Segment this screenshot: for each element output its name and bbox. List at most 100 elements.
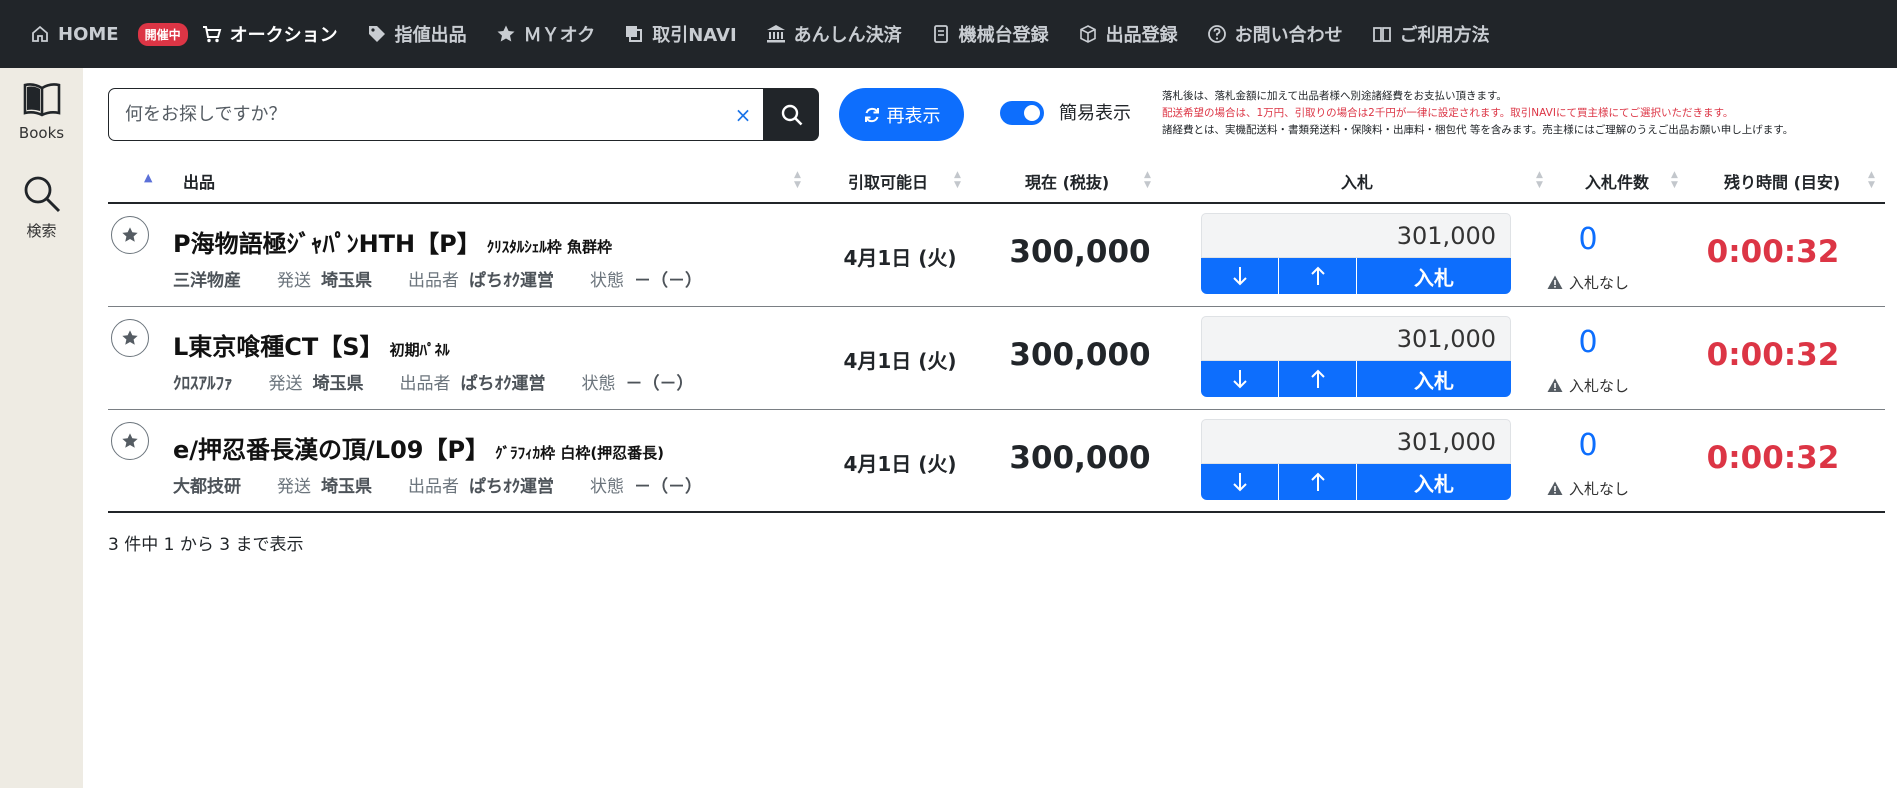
item-meta: 大都技研 発送 埼玉県 出品者 ぱちｵｸ運営 状態 －（－） — [173, 472, 702, 497]
nav-machine-registration[interactable]: 機械台登録 — [931, 21, 1049, 47]
increase-bid-button[interactable] — [1279, 361, 1357, 397]
condition-value: －（－） — [625, 374, 694, 394]
current-price: 300,000 — [1009, 234, 1151, 270]
sort-icon[interactable]: ▲ ▼ — [1536, 170, 1543, 190]
column-header-item[interactable]: 出品 — [183, 158, 215, 204]
bid-amount-input[interactable] — [1201, 316, 1511, 361]
nav-auction-label: オークション — [229, 25, 338, 46]
increase-bid-button[interactable] — [1279, 464, 1357, 500]
seller-value: ぱちｵｸ運営 — [469, 271, 554, 291]
item-title-text: L東京喰種CT【S】 — [173, 333, 384, 361]
favorite-button[interactable] — [111, 319, 149, 357]
sort-icon[interactable]: ▲ ▼ — [1671, 170, 1678, 190]
item-title[interactable]: P海物語極ｼﾞｬﾊﾟﾝHTH【P】 ｸﾘｽﾀﾙｼｪﾙ枠 魚群枠 — [173, 224, 612, 259]
tag-icon — [368, 26, 385, 42]
clear-search-button[interactable]: × — [723, 103, 763, 127]
sort-icon[interactable]: ▲ ▼ — [954, 170, 961, 190]
sidebar-item-books-label: Books — [18, 124, 65, 142]
warning-icon — [1547, 275, 1563, 289]
place-bid-button[interactable]: 入札 — [1357, 258, 1511, 294]
sort-icon[interactable]: ▲ ▼ — [1144, 170, 1151, 190]
bid-amount-input[interactable] — [1201, 213, 1511, 258]
ship-label: 発送 — [277, 271, 311, 291]
question-icon — [1207, 25, 1226, 43]
live-badge: 開催中 — [137, 22, 188, 46]
bid-group: 入札 — [1201, 419, 1511, 503]
decrease-bid-button[interactable] — [1201, 464, 1279, 500]
search-input[interactable] — [109, 89, 723, 140]
star-icon — [122, 227, 138, 242]
refresh-icon — [864, 107, 879, 122]
ship-label: 発送 — [277, 477, 311, 497]
nav-home[interactable]: HOME — [30, 24, 119, 45]
time-left: 0:00:32 — [1706, 234, 1840, 270]
arrow-down-icon — [1232, 473, 1247, 492]
bid-count[interactable]: 0 — [1538, 325, 1638, 360]
left-sidebar: Books 検索 — [0, 68, 83, 788]
column-header-bid-count[interactable]: 入札件数 — [1585, 158, 1649, 204]
column-header-time-left[interactable]: 残り時間 (目安) — [1724, 158, 1840, 204]
item-subtitle: ｸﾞﾗﾌｨｶ枠 白枠(押忍番長) — [495, 444, 665, 462]
sort-icon[interactable]: ▲ ▼ — [1868, 170, 1875, 190]
sidebar-item-search[interactable]: 検索 — [0, 174, 83, 241]
bid-buttons: 入札 — [1201, 464, 1511, 500]
search-button[interactable] — [764, 88, 819, 141]
sort-asc-icon[interactable]: ▲ — [144, 171, 152, 184]
bid-count[interactable]: 0 — [1538, 222, 1638, 257]
refresh-button-label: 再表示 — [886, 105, 941, 127]
nav-home-label: HOME — [58, 23, 119, 45]
search-icon — [781, 104, 802, 125]
favorite-button[interactable] — [111, 216, 149, 254]
no-bid-label: 入札なし — [1568, 274, 1629, 292]
ship-label: 発送 — [268, 374, 303, 394]
sidebar-item-books[interactable]: Books — [0, 82, 83, 142]
no-bid-label: 入札なし — [1568, 480, 1629, 498]
nav-limit-listing[interactable]: 指値出品 — [367, 21, 467, 47]
nav-safe-payment[interactable]: あんしん決済 — [766, 21, 902, 47]
pickup-date: 4月1日 (火) — [843, 349, 957, 373]
nav-trade-navi[interactable]: 取引NAVI — [624, 21, 737, 47]
copy-icon — [626, 26, 643, 42]
nav-auction[interactable]: オークション — [202, 21, 338, 47]
column-header-pickup[interactable]: 引取可能日 — [848, 158, 928, 204]
place-bid-button[interactable]: 入札 — [1357, 361, 1511, 397]
column-header-bid[interactable]: 入札 — [1341, 158, 1373, 204]
simple-view-toggle[interactable] — [1000, 101, 1044, 125]
arrow-down-icon — [1232, 370, 1247, 389]
condition-label: 状態 — [590, 477, 624, 497]
nav-my-auction[interactable]: ＭＹオク — [496, 21, 595, 47]
no-bid-status: 入札なし — [1533, 478, 1643, 499]
bid-count[interactable]: 0 — [1538, 428, 1638, 463]
nav-listing-registration[interactable]: 出品登録 — [1078, 21, 1178, 47]
arrow-up-icon — [1310, 266, 1325, 285]
table-row: L東京喰種CT【S】 初期ﾊﾟﾈﾙ ｸﾛｽｱﾙﾌｧ 発送 埼玉県 出品者 ぱちｵｸ… — [108, 307, 1885, 410]
decrease-bid-button[interactable] — [1201, 361, 1279, 397]
time-left: 0:00:32 — [1706, 337, 1840, 373]
item-maker: ｸﾛｽｱﾙﾌｧ — [173, 374, 233, 394]
time-left: 0:00:32 — [1706, 440, 1840, 476]
increase-bid-button[interactable] — [1279, 258, 1357, 294]
decrease-bid-button[interactable] — [1201, 258, 1279, 294]
top-navigation: HOME 開催中 オークション 指値出品 ＭＹオク 取引NAVI あんしん決済 … — [0, 0, 1897, 68]
item-meta: 三洋物産 発送 埼玉県 出品者 ぱちｵｸ運営 状態 －（－） — [173, 266, 702, 291]
item-title[interactable]: e/押忍番長漢の頂/L09【P】 ｸﾞﾗﾌｨｶ枠 白枠(押忍番長) — [173, 430, 664, 465]
seller-label: 出品者 — [408, 271, 459, 291]
favorite-button[interactable] — [111, 422, 149, 460]
item-maker: 三洋物産 — [173, 271, 241, 291]
refresh-button[interactable]: 再表示 — [839, 88, 964, 141]
search-box: × — [108, 88, 764, 141]
nav-how-to-use[interactable]: ご利用方法 — [1372, 21, 1490, 47]
item-maker: 大都技研 — [173, 477, 241, 497]
item-title-text: e/押忍番長漢の頂/L09【P】 — [173, 436, 490, 464]
item-title[interactable]: L東京喰種CT【S】 初期ﾊﾟﾈﾙ — [173, 327, 450, 362]
table-row: e/押忍番長漢の頂/L09【P】 ｸﾞﾗﾌｨｶ枠 白枠(押忍番長) 大都技研 発送… — [108, 410, 1885, 513]
sort-icon[interactable]: ▲ ▼ — [794, 170, 801, 190]
nav-contact[interactable]: お問い合わせ — [1207, 21, 1343, 47]
bid-group: 入札 — [1201, 316, 1511, 400]
arrow-down-icon — [1232, 267, 1247, 286]
place-bid-button[interactable]: 入札 — [1357, 464, 1511, 500]
bid-amount-input[interactable] — [1201, 419, 1511, 464]
ship-value: 埼玉県 — [321, 477, 372, 497]
condition-value: －（－） — [634, 271, 702, 291]
column-header-price[interactable]: 現在 (税抜) — [1025, 158, 1109, 204]
